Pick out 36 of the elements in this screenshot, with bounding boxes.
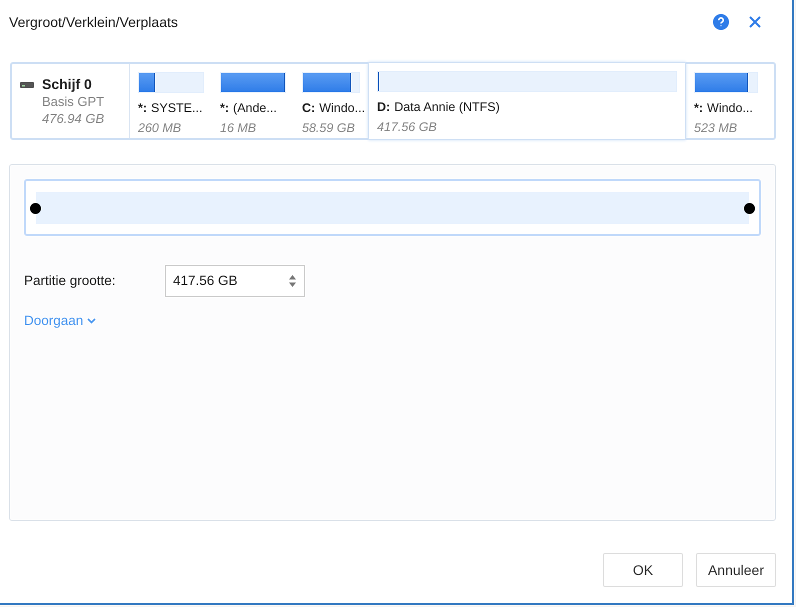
disk-type: Basis GPT: [42, 93, 104, 110]
partition-letter: *:: [694, 100, 704, 117]
chevron-down-icon: [87, 318, 96, 324]
help-icon[interactable]: [713, 14, 729, 30]
partition-letter: D:: [377, 99, 390, 116]
drive-icon: [20, 81, 34, 89]
partition-name: Data Annie (NTFS): [394, 99, 500, 116]
window-title: Vergroot/Verklein/Verplaats: [9, 12, 178, 32]
partition[interactable]: *: Windo... 523 MB: [686, 64, 766, 138]
partition-size: 16 MB: [220, 120, 258, 137]
partition[interactable]: D: Data Annie (NTFS) 417.56 GB: [368, 62, 686, 140]
disk-name: Schijf 0: [42, 76, 93, 93]
partition[interactable]: *: (Ande... 16 MB: [212, 64, 294, 138]
size-field[interactable]: 417.56 GB: [165, 265, 305, 297]
partition[interactable]: *: SYSTE... 260 MB: [130, 64, 212, 138]
partition-name: Windo...: [707, 100, 753, 117]
resize-slider[interactable]: [24, 179, 761, 236]
right-handle[interactable]: [744, 202, 755, 214]
disk-size: 476.94 GB: [42, 110, 104, 127]
spinner-icon[interactable]: [289, 275, 296, 287]
partition-letter: *:: [138, 100, 148, 117]
partition-name: SYSTE...: [151, 100, 202, 117]
ok-button[interactable]: OK: [603, 553, 683, 587]
partition-size: 417.56 GB: [377, 118, 438, 136]
partition-name: (Ande...: [233, 100, 277, 117]
partition-letter: C:: [302, 100, 316, 117]
left-handle[interactable]: [30, 202, 41, 214]
partition-size: 58.59 GB: [302, 120, 356, 137]
size-label: Partitie grootte:: [24, 272, 117, 290]
partition[interactable]: C: Windo... 58.59 GB: [294, 64, 368, 138]
partition-letter: *:: [220, 100, 230, 117]
cancel-button[interactable]: Annuleer: [696, 553, 776, 587]
partition-size: 523 MB: [694, 120, 738, 137]
close-icon[interactable]: [749, 16, 761, 28]
partition-name: Windo...: [319, 100, 366, 117]
partition-size: 260 MB: [138, 120, 182, 137]
